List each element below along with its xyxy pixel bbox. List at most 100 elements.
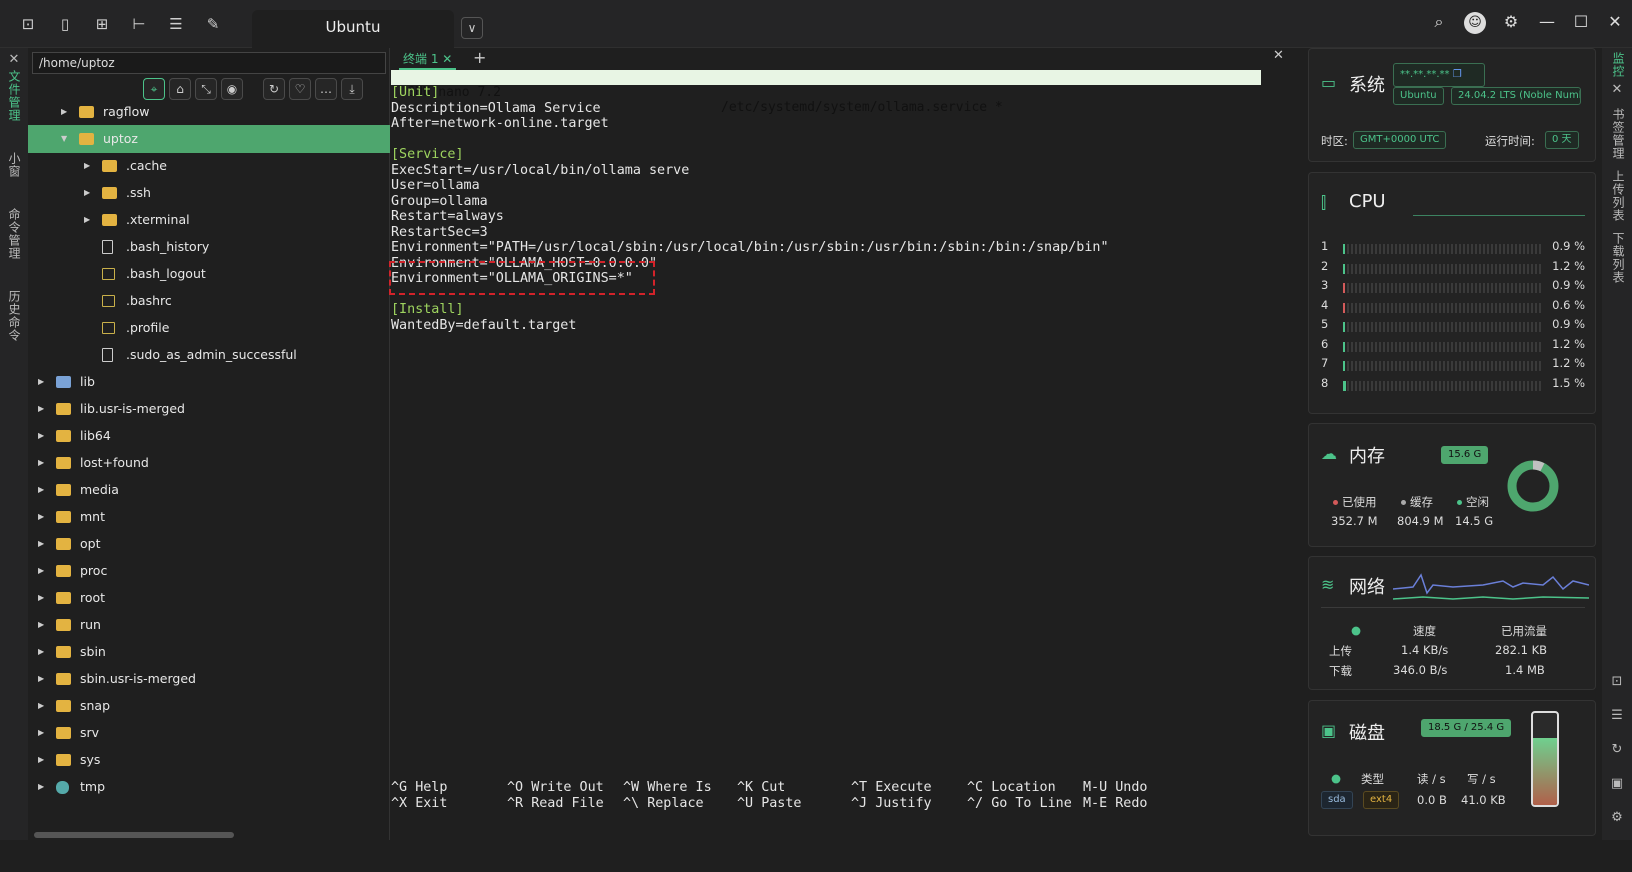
tree-item[interactable]: ▶ lib bbox=[28, 368, 390, 396]
tab-download-list[interactable]: 下载列表 bbox=[1610, 232, 1627, 284]
chevron-right-icon[interactable]: ▶ bbox=[38, 584, 44, 612]
chevron-right-icon[interactable]: ▶ bbox=[38, 503, 44, 531]
cloud-icon: ☁ bbox=[1321, 444, 1337, 463]
chevron-right-icon[interactable]: ▶ bbox=[38, 368, 44, 396]
refresh-icon[interactable]: ↻ bbox=[1609, 742, 1625, 758]
shortcut-key: ^W bbox=[623, 780, 640, 795]
chevron-right-icon[interactable]: ▶ bbox=[84, 179, 90, 207]
close-icon[interactable]: ✕ bbox=[1609, 82, 1625, 98]
tree-item[interactable]: ▶ media bbox=[28, 476, 390, 504]
tree-item[interactable]: ▶ .cache bbox=[28, 152, 390, 180]
terminal-screen[interactable]: GNU nano 7.2 /etc/systemd/system/ollama.… bbox=[389, 70, 1297, 840]
tree-item[interactable]: ▶ sbin bbox=[28, 638, 390, 666]
tab-bookmarks[interactable]: 书签管理 bbox=[1610, 108, 1627, 160]
tab-dropdown-button[interactable]: ∨ bbox=[461, 17, 483, 39]
eye-icon[interactable]: ◉ bbox=[221, 78, 243, 100]
tree-item[interactable]: .profile bbox=[28, 314, 390, 342]
tree-item[interactable]: .bash_logout bbox=[28, 260, 390, 288]
gear-icon[interactable]: ⚙ bbox=[1500, 12, 1522, 31]
refresh-button[interactable]: ↻ bbox=[263, 78, 285, 100]
chevron-right-icon[interactable]: ▶ bbox=[38, 746, 44, 774]
cpu-core-fill bbox=[1343, 361, 1346, 371]
tab-ubuntu[interactable]: Ubuntu bbox=[252, 10, 454, 48]
ip-badge[interactable]: **.**.**.** ❐ bbox=[1393, 63, 1485, 87]
tree-item[interactable]: .bashrc bbox=[28, 287, 390, 315]
close-icon[interactable]: ✕ bbox=[6, 52, 22, 68]
horizontal-scrollbar[interactable] bbox=[34, 832, 234, 838]
upload-button[interactable]: ⤓ bbox=[341, 78, 363, 100]
chevron-right-icon[interactable]: ▶ bbox=[38, 611, 44, 639]
tree-item[interactable]: ▶ lib.usr-is-merged bbox=[28, 395, 390, 423]
chevron-right-icon[interactable]: ▶ bbox=[38, 557, 44, 585]
tree-item[interactable]: ▶ sys bbox=[28, 746, 390, 774]
collapse-button[interactable]: ⤡ bbox=[195, 78, 217, 100]
tab-upload-list[interactable]: 上传列表 bbox=[1610, 170, 1627, 222]
more-button[interactable]: … bbox=[315, 78, 337, 100]
tab-monitor[interactable]: 监控 bbox=[1610, 52, 1627, 78]
terminal-line: [Install] bbox=[391, 302, 464, 317]
tree-item[interactable]: ▶ run bbox=[28, 611, 390, 639]
chevron-right-icon[interactable]: ▶ bbox=[38, 719, 44, 747]
tree-item[interactable]: ▼ uptoz bbox=[28, 125, 390, 153]
tree-item[interactable]: ▶ mnt bbox=[28, 503, 390, 531]
save-icon[interactable]: ▣ bbox=[1609, 776, 1625, 792]
chevron-right-icon[interactable]: ▶ bbox=[38, 530, 44, 558]
tree-item[interactable]: ▶ tmp bbox=[28, 773, 390, 801]
list-icon[interactable]: ☰ bbox=[1609, 708, 1625, 724]
tree-item[interactable]: ▶ snap bbox=[28, 692, 390, 720]
chevron-right-icon[interactable]: ▶ bbox=[38, 449, 44, 477]
chevron-right-icon[interactable]: ▶ bbox=[38, 422, 44, 450]
chevron-right-icon[interactable]: ▶ bbox=[38, 665, 44, 693]
title-bar: ⊡ ▯ ⊞ ⊢ ☰ ✎ Ubuntu ∨ ⌕ ☺ ⚙ — ☐ ✕ bbox=[0, 0, 1632, 48]
terminal-line: Group=ollama bbox=[391, 193, 488, 209]
tree-item[interactable]: ▶ opt bbox=[28, 530, 390, 558]
tab-file-manager[interactable]: 文件管理 bbox=[6, 70, 23, 122]
tab-history-commands[interactable]: 历史命令 bbox=[6, 290, 23, 342]
chevron-right-icon[interactable]: ▶ bbox=[84, 206, 90, 234]
tree-item[interactable]: .sudo_as_admin_successful bbox=[28, 341, 390, 369]
tree-icon[interactable]: ⊢ bbox=[129, 14, 149, 34]
chevron-right-icon[interactable]: ▶ bbox=[61, 98, 67, 126]
tab-command-manager[interactable]: 命令管理 bbox=[6, 208, 23, 260]
tree-item[interactable]: ▶ lib64 bbox=[28, 422, 390, 450]
wrench-icon[interactable]: ✎ bbox=[203, 14, 223, 34]
chevron-right-icon[interactable]: ▶ bbox=[38, 638, 44, 666]
tab-mini-window[interactable]: 小窗 bbox=[6, 152, 23, 178]
maximize-button[interactable]: ☐ bbox=[1570, 12, 1592, 31]
home-button[interactable]: ⌂ bbox=[169, 78, 191, 100]
locate-button[interactable]: ⌖ bbox=[143, 78, 165, 100]
close-icon[interactable]: ✕ bbox=[1273, 48, 1284, 63]
tree-item[interactable]: ▶ sbin.usr-is-merged bbox=[28, 665, 390, 693]
minimize-button[interactable]: — bbox=[1536, 12, 1558, 31]
copy-icon[interactable]: ❐ bbox=[1453, 69, 1462, 80]
list-icon[interactable]: ☰ bbox=[166, 14, 186, 34]
avatar[interactable]: ☺ bbox=[1464, 12, 1486, 34]
tree-item[interactable]: ▶ srv bbox=[28, 719, 390, 747]
tree-item[interactable]: ▶ .xterminal bbox=[28, 206, 390, 234]
tree-item[interactable]: ▶ proc bbox=[28, 557, 390, 585]
tab-terminal-1[interactable]: 终端 1 ✕ bbox=[399, 48, 457, 70]
chevron-right-icon[interactable]: ▶ bbox=[38, 476, 44, 504]
terminal-icon[interactable]: ⊡ bbox=[18, 14, 38, 34]
terminal-icon[interactable]: ⊡ bbox=[1609, 674, 1625, 690]
new-tab-button[interactable]: + bbox=[473, 48, 486, 67]
chevron-right-icon[interactable]: ▶ bbox=[38, 773, 44, 801]
tree-item[interactable]: ▶ ragflow bbox=[28, 98, 390, 126]
grid-icon[interactable]: ⊞ bbox=[92, 14, 112, 34]
path-input[interactable]: /home/uptoz bbox=[32, 52, 386, 74]
chevron-right-icon[interactable]: ▶ bbox=[84, 152, 90, 180]
chevron-down-icon[interactable]: ▼ bbox=[61, 125, 67, 153]
tree-item[interactable]: ▶ root bbox=[28, 584, 390, 612]
gear-icon[interactable]: ⚙ bbox=[1609, 810, 1625, 826]
file-icon[interactable]: ▯ bbox=[55, 14, 75, 34]
favorite-button[interactable]: ♡ bbox=[289, 78, 311, 100]
tree-item[interactable]: .bash_history bbox=[28, 233, 390, 261]
tree-item-label: ragflow bbox=[103, 104, 150, 119]
download-speed: 346.0 B/s bbox=[1393, 663, 1448, 677]
tree-item[interactable]: ▶ lost+found bbox=[28, 449, 390, 477]
search-icon[interactable]: ⌕ bbox=[1428, 12, 1450, 32]
close-button[interactable]: ✕ bbox=[1604, 12, 1626, 31]
chevron-right-icon[interactable]: ▶ bbox=[38, 395, 44, 423]
tree-item[interactable]: ▶ .ssh bbox=[28, 179, 390, 207]
chevron-right-icon[interactable]: ▶ bbox=[38, 692, 44, 720]
